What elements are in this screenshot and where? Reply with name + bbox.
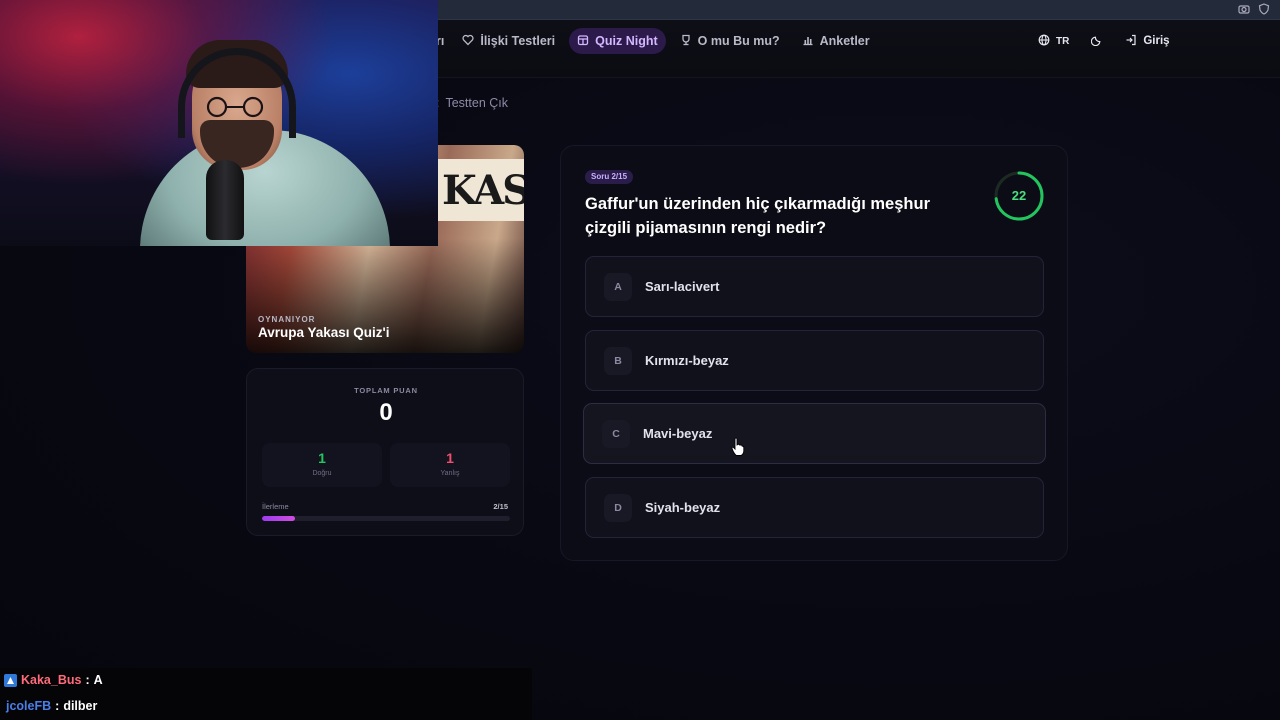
chat-message: Kaka_Bus : A [4,673,103,687]
nav-links: rı İlişki Testleri Quiz Night O mu Bu mu… [436,28,878,54]
chat-username: jcoleFB [6,699,52,713]
chat-separator: : [85,673,90,687]
option-letter: A [604,273,632,301]
answer-option-c[interactable]: C Mavi-beyaz [583,403,1046,464]
wrong-stat: 1 Yanlış [390,443,510,487]
answer-option-d[interactable]: D Siyah-beyaz [585,477,1044,538]
progress-bar-fill [262,516,295,521]
exit-test-link[interactable]: : Testten Çık [436,96,508,110]
heart-icon [462,34,474,49]
quiz-title: Avrupa Yakası Quiz'i [258,325,390,340]
nav-item-this-or-that[interactable]: O mu Bu mu? [672,28,788,54]
chat-username: Kaka_Bus [21,673,82,687]
quiz-status: OYNANIYOR [258,315,316,324]
chat-badge-icon [4,673,17,687]
calendar-icon [577,34,589,49]
answer-option-b[interactable]: B Kırmızı-beyaz [585,330,1044,391]
timer-value: 22 [1011,188,1027,203]
progress-bar [262,516,510,521]
option-text: Sarı-lacivert [645,279,720,294]
answer-option-a[interactable]: A Sarı-lacivert [585,256,1044,317]
microphone-icon [206,160,244,240]
question-text: Gaffur'un üzerinden hiç çıkarmadığı meşh… [585,195,930,237]
wrong-label: Yanlış [440,470,460,477]
glasses-icon [206,96,264,118]
login-button[interactable]: Giriş [1123,28,1171,54]
option-letter: D [604,494,632,522]
login-icon [1125,34,1137,49]
theme-toggle[interactable] [1089,28,1105,54]
chat-message: jcoleFB : dilber [6,699,97,713]
correct-count: 1 [318,450,326,466]
cover-sign-text: KAS [442,167,524,214]
total-score-label: TOPLAM PUAN [354,386,418,395]
camera-icon[interactable] [1238,2,1250,14]
trophy-icon [680,34,692,49]
chat-text: A [93,673,103,687]
option-letter: C [602,420,630,448]
countdown-timer: 22 [993,170,1045,222]
correct-label: Doğru [312,470,332,477]
wrong-count: 1 [446,450,454,466]
shield-icon[interactable] [1258,2,1270,15]
score-card: TOPLAM PUAN 0 1 Doğru 1 Yanlış İlerleme … [246,368,524,536]
total-score-value: 0 [379,399,393,426]
chat-separator: : [55,699,60,713]
hand-cursor-icon [731,437,745,457]
globe-icon [1038,34,1050,49]
option-text: Mavi-beyaz [643,426,713,441]
chat-text: dilber [63,699,98,713]
bar-chart-icon [802,34,814,49]
moon-icon [1091,34,1103,49]
option-text: Siyah-beyaz [645,500,721,515]
chat-overlay: Kaka_Bus : A jcoleFB : dilber [0,668,532,720]
option-text: Kırmızı-beyaz [645,353,729,368]
correct-stat: 1 Doğru [262,443,382,487]
progress-label: İlerleme [262,502,289,511]
nav-actions: TR Giriş [1036,28,1172,54]
nav-item-quiz-night[interactable]: Quiz Night [569,28,666,54]
language-selector[interactable]: TR [1036,28,1071,54]
nav-item-surveys[interactable]: Anketler [794,28,878,54]
question-number-badge: Soru 2/15 [585,170,634,184]
progress-count: 2/15 [493,502,508,511]
nav-item-relationship-tests[interactable]: İlişki Testleri [454,28,563,54]
option-letter: B [604,347,632,375]
question-panel: Soru 2/15 Gaffur'un üzerinden hiç çıkarm… [560,145,1068,561]
webcam-overlay [0,0,438,246]
